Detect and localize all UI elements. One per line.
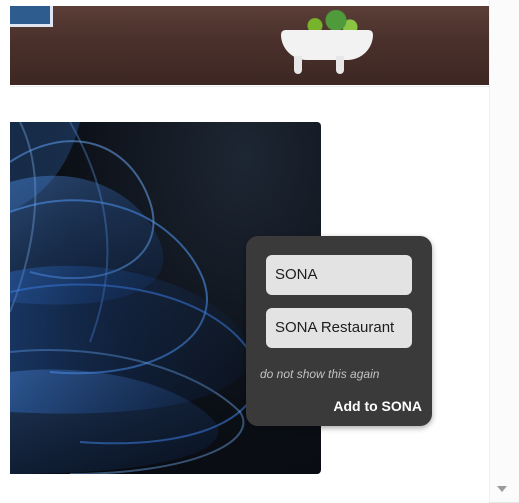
add-to-sona-button[interactable]: Add to SONA — [333, 398, 422, 414]
book — [10, 6, 53, 27]
browser-viewport: SONA SONA Restaurant do not show this ag… — [0, 0, 519, 503]
option-sona[interactable]: SONA — [266, 255, 412, 295]
desk-photo-image — [10, 6, 489, 85]
pot-leg — [294, 56, 302, 74]
page-content: SONA SONA Restaurant do not show this ag… — [0, 0, 489, 503]
option-sona-restaurant[interactable]: SONA Restaurant — [266, 308, 412, 348]
do-not-show-again-link[interactable]: do not show this again — [260, 367, 379, 381]
sona-suggestion-popup: SONA SONA Restaurant do not show this ag… — [246, 236, 432, 426]
vertical-scrollbar[interactable] — [489, 0, 519, 502]
divider — [10, 86, 489, 87]
pot-leg — [336, 56, 344, 74]
scroll-down-arrow-icon[interactable] — [497, 486, 507, 492]
